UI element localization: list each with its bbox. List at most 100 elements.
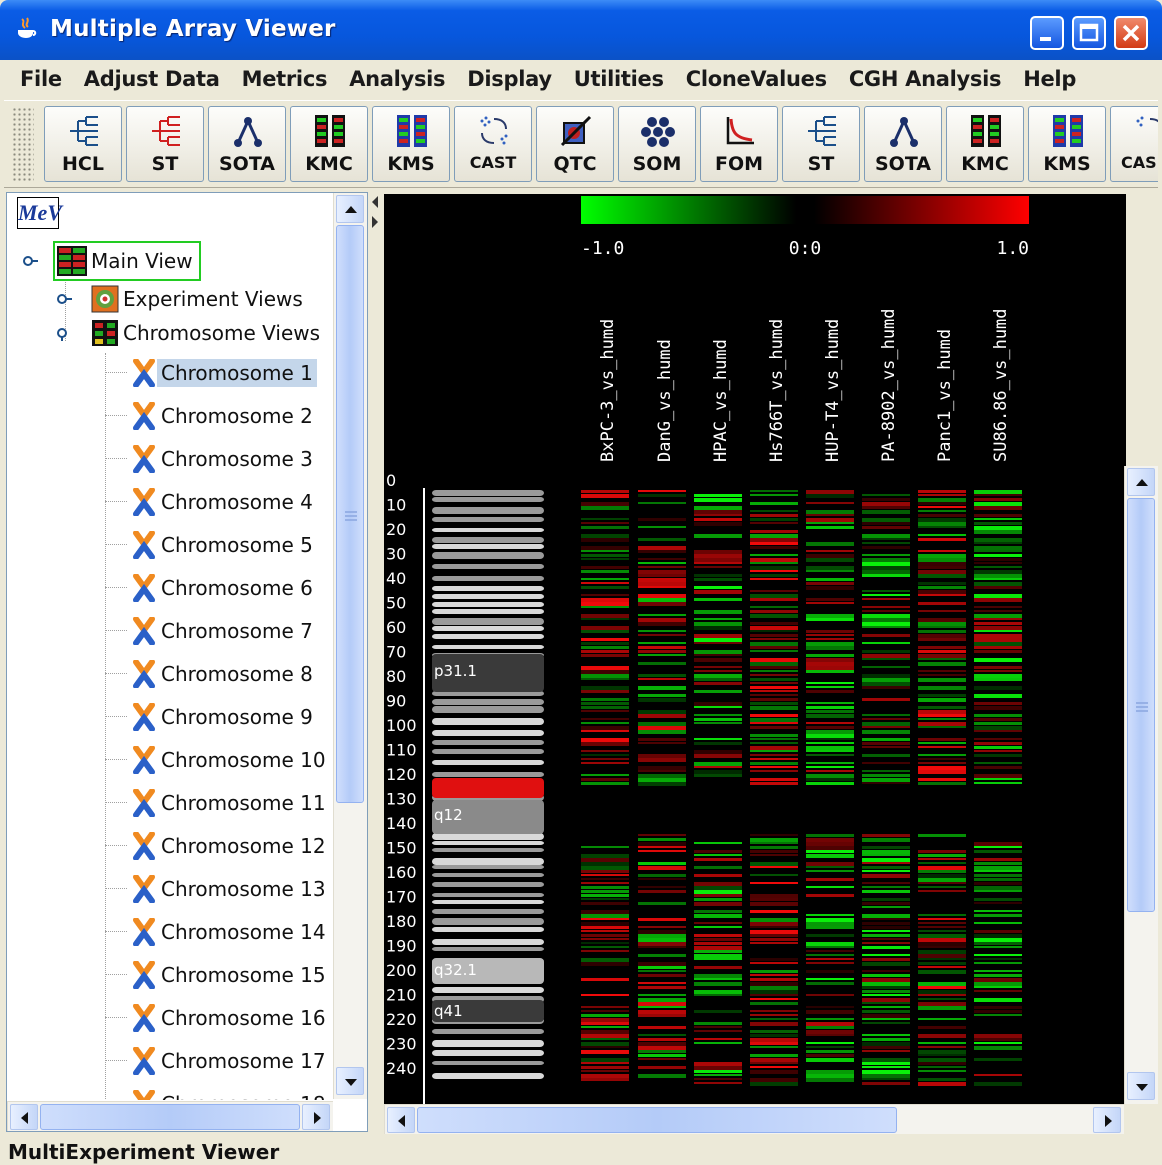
qtc-button[interactable]: QTC — [536, 106, 614, 182]
menu-cgh-analysis[interactable]: CGH Analysis — [849, 67, 1002, 91]
tree-scroll-thumb[interactable] — [336, 225, 364, 803]
heatmap-cell — [974, 642, 1022, 646]
tree-node-chromosome[interactable]: Chromosome 6 — [131, 570, 317, 606]
heatmap-cell — [581, 738, 629, 742]
close-button[interactable] — [1114, 16, 1148, 50]
viewer-scroll-down-button[interactable] — [1127, 1072, 1155, 1100]
viewer-scroll-up-button[interactable] — [1127, 468, 1155, 496]
heatmap-cell — [581, 670, 629, 674]
heatmap-cell — [862, 958, 910, 961]
heatmap-cell — [750, 874, 798, 876]
tree-node-chromosome[interactable]: Chromosome 10 — [131, 742, 330, 778]
tree-node-chromosome[interactable]: Chromosome 4 — [131, 484, 317, 520]
heatmap-cell — [638, 650, 686, 653]
tree-node-chromosome[interactable]: Chromosome 18 — [131, 1086, 330, 1100]
heatmap-cell — [694, 718, 742, 721]
viewer-hscroll-thumb[interactable] — [417, 1107, 897, 1133]
heatmap-cell — [750, 558, 798, 562]
close-icon — [1122, 24, 1140, 42]
tree-node-experiment-views[interactable]: Experiment Views — [91, 281, 307, 317]
tree-node-chromosome[interactable]: Chromosome 9 — [131, 699, 317, 735]
viewer-vertical-scrollbar[interactable] — [1124, 466, 1158, 1104]
kmc-button-2[interactable]: KMC — [946, 106, 1024, 182]
menu-analysis[interactable]: Analysis — [349, 67, 445, 91]
position-tick-label: 90 — [386, 692, 406, 711]
sota-button[interactable]: SOTA — [208, 106, 286, 182]
heatmap-cell — [750, 866, 798, 868]
heatmap-cell — [750, 1014, 798, 1016]
st-button[interactable]: ST — [126, 106, 204, 182]
tree-node-chromosome[interactable]: Chromosome 7 — [131, 613, 317, 649]
tree-node-chromosome[interactable]: Chromosome 3 — [131, 441, 317, 477]
heatmap-cell — [918, 566, 966, 569]
tree-node-chromosome[interactable]: Chromosome 15 — [131, 957, 330, 993]
viewer-scroll-right-button[interactable] — [1093, 1107, 1121, 1133]
heatmap-cell — [862, 886, 910, 888]
hcl-button[interactable]: HCL — [44, 106, 122, 182]
heatmap-cell — [974, 542, 1022, 544]
heatmap-cell — [750, 746, 798, 750]
tree-node-chromosome[interactable]: Chromosome 12 — [131, 828, 330, 864]
som-button[interactable]: SOM — [618, 106, 696, 182]
arrow-up-icon — [345, 206, 357, 213]
menu-adjust-data[interactable]: Adjust Data — [84, 67, 220, 91]
tree-node-chromosome[interactable]: Chromosome 11 — [131, 785, 330, 821]
viewer-scroll-thumb[interactable] — [1127, 498, 1155, 912]
cast-button[interactable]: CAST — [454, 106, 532, 182]
minimize-button[interactable] — [1030, 16, 1064, 50]
tree-node-chromosome[interactable]: Chromosome 2 — [131, 398, 317, 434]
expanded-toggle-icon[interactable] — [57, 325, 73, 341]
scroll-left-button[interactable] — [10, 1104, 38, 1130]
title-bar[interactable]: Multiple Array Viewer — [0, 0, 1162, 60]
chromosome-heatmap-viewer[interactable]: -1.0 0:0 1.0 BxPC-3_vs_humd DanG_vs_humd H… — [384, 194, 1126, 1104]
scroll-up-button[interactable] — [336, 195, 364, 223]
cast-button-2[interactable]: CAS — [1110, 106, 1158, 182]
tree-node-chromosome-views[interactable]: Chromosome Views — [91, 315, 324, 351]
expanded-toggle-icon[interactable] — [23, 253, 39, 269]
tree-node-chromosome[interactable]: Chromosome 1 — [131, 355, 317, 391]
kmc-button[interactable]: KMC — [290, 106, 368, 182]
collapsed-toggle-icon[interactable] — [57, 291, 73, 307]
tree-hscroll-thumb[interactable] — [40, 1104, 300, 1130]
ideogram-band — [432, 833, 544, 840]
scroll-right-button[interactable] — [302, 1104, 330, 1130]
menu-display[interactable]: Display — [467, 67, 552, 91]
tree-horizontal-scrollbar[interactable] — [7, 1101, 333, 1131]
heatmap-cell — [750, 546, 798, 549]
menu-help[interactable]: Help — [1023, 67, 1076, 91]
kms-button-2[interactable]: KMS — [1028, 106, 1106, 182]
menu-metrics[interactable]: Metrics — [242, 67, 328, 91]
scroll-down-button[interactable] — [336, 1067, 364, 1095]
tree-node-chromosome[interactable]: Chromosome 13 — [131, 871, 330, 907]
kms-button[interactable]: KMS — [372, 106, 450, 182]
heatmap-cell — [638, 838, 686, 841]
heatmap-cell — [750, 554, 798, 556]
heatmap-cell — [581, 886, 629, 889]
toolbar-grip[interactable] — [12, 107, 34, 183]
st-button-2[interactable]: ST — [782, 106, 860, 182]
position-ticks: 0 10 20 30 40 50 60 70 80 90 100 110 120 130 140 150 160… — [386, 471, 417, 1078]
tree-node-chromosome[interactable]: Chromosome 8 — [131, 656, 317, 692]
heatmap-cell — [918, 630, 966, 633]
position-tick-label: 130 — [386, 790, 417, 809]
heatmap-cell — [974, 890, 1022, 892]
maximize-button[interactable] — [1072, 16, 1106, 50]
heatmap-cell — [638, 998, 686, 1002]
fom-button[interactable]: FOM — [700, 106, 778, 182]
tree-node-main-view[interactable]: Main View — [53, 241, 201, 281]
tree-node-chromosome[interactable]: Chromosome 17 — [131, 1043, 330, 1079]
tree-node-chromosome[interactable]: Chromosome 16 — [131, 1000, 330, 1036]
heatmap-cell — [694, 994, 742, 996]
tree-node-chromosome[interactable]: Chromosome 14 — [131, 914, 330, 950]
viewer-scroll-left-button[interactable] — [387, 1107, 415, 1133]
tree-node-chromosome[interactable]: Chromosome 5 — [131, 527, 317, 563]
heatmap-cell — [862, 570, 910, 574]
menu-file[interactable]: File — [20, 67, 62, 91]
viewer-horizontal-scrollbar[interactable] — [384, 1104, 1124, 1134]
tree-vertical-scrollbar[interactable] — [333, 193, 367, 1099]
heatmap-cell — [694, 770, 742, 774]
split-pane-divider[interactable] — [368, 192, 382, 1132]
sota-button-2[interactable]: SOTA — [864, 106, 942, 182]
menu-clonevalues[interactable]: CloneValues — [686, 67, 827, 91]
menu-utilities[interactable]: Utilities — [574, 67, 664, 91]
